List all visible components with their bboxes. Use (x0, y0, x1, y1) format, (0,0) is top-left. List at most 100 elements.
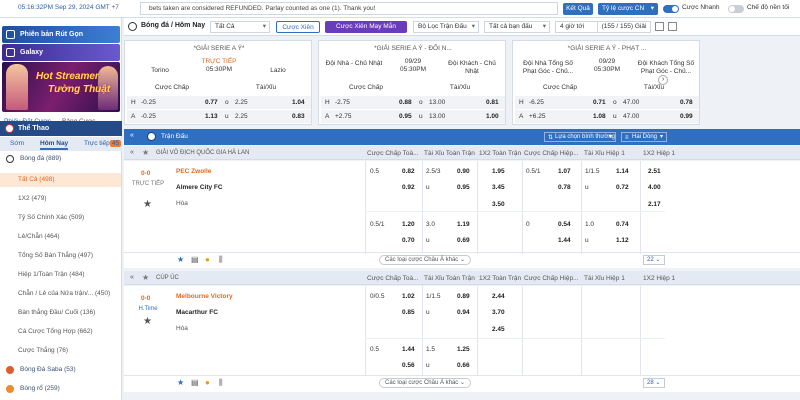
odds-value[interactable]: 1.95 (492, 168, 505, 175)
odds-value[interactable]: 1.02 (402, 293, 415, 300)
hot-streamer-banner[interactable]: Hot Streamer Tường Thuật (2, 62, 120, 112)
star-icon[interactable]: ★ (142, 273, 149, 282)
odds-value[interactable]: 0.89 (457, 293, 470, 300)
odds-value[interactable]: 3.45 (492, 184, 505, 191)
results-button[interactable]: Kết Quả (563, 3, 593, 15)
odds-value[interactable]: 0.92 (402, 184, 415, 191)
odds-value[interactable]: 0.74 (616, 221, 629, 228)
sidebar-item-soccer[interactable]: Bóng đá (889) (0, 152, 121, 166)
tab-early[interactable]: Sớm (10, 140, 24, 147)
odds-value[interactable]: 4.00 (648, 184, 661, 191)
view-toggle-icon[interactable] (655, 22, 664, 31)
odds-value[interactable]: 2.51 (648, 168, 661, 175)
odds-value[interactable]: 0.69 (457, 237, 470, 244)
odds-value[interactable]: 0.95 (399, 113, 412, 120)
odds-value[interactable]: 3.50 (492, 201, 505, 208)
sidebar-item-odd-even[interactable]: Lẻ/Chẵn (464) (0, 230, 121, 244)
sidebar-item-mix-parlay[interactable]: Cá Cược Tổng Hợp (662) (0, 325, 121, 339)
tab-live[interactable]: Trực tiếp (84, 140, 110, 147)
odds-value[interactable]: 2.45 (492, 326, 505, 333)
odds-value[interactable]: 1.04 (292, 99, 305, 106)
featured-card[interactable]: *GIẢI SERIE A Ý - ĐỐI N... Đội Nhà - Chủ… (318, 40, 506, 125)
star-icon[interactable]: ★ (177, 255, 184, 264)
sidebar-item-half-odd-even[interactable]: Chẵn / Lẻ của Nửa trận/... (450) (0, 287, 121, 301)
odds-value[interactable]: 1.20 (402, 221, 415, 228)
odds-value[interactable]: 1.19 (457, 221, 470, 228)
chevron-right-icon[interactable]: › (658, 75, 668, 85)
league-header[interactable]: « ★ CÚP ÚC Cược Chấp Toà... Tài Xỉu Toàn… (124, 271, 800, 285)
favorite-star-icon[interactable]: ★ (143, 316, 152, 327)
odds-value[interactable]: 1.07 (558, 168, 571, 175)
odds-value[interactable]: 0.82 (402, 168, 415, 175)
odds-value[interactable]: 1.08 (593, 113, 606, 120)
odds-value[interactable]: 0.66 (457, 362, 470, 369)
quick-bet-toggle[interactable] (663, 5, 679, 13)
sidebar-item-first-last-goal[interactable]: Bàn thắng Đầu/ Cuối (136) (0, 306, 121, 320)
odds-value[interactable]: 0.77 (205, 99, 218, 106)
league-filter-select[interactable]: Tất cả bạn đấu ▾ (484, 21, 550, 33)
lucky-parlay-button[interactable]: Cược Xiên May Mắn (325, 21, 407, 33)
odds-value[interactable]: 1.44 (558, 237, 571, 244)
collapse-icon[interactable]: « (130, 149, 134, 156)
odds-value[interactable]: 1.13 (205, 113, 218, 120)
stats-icon[interactable]: ▤ (191, 378, 199, 387)
odds-value[interactable]: 0.78 (558, 184, 571, 191)
sidebar-item-1x2[interactable]: 1X2 (479) (0, 192, 121, 206)
match-filter-select[interactable]: Bộ Lọc Trận Đấu ▾ (413, 21, 479, 33)
sidebar-item-total-goals[interactable]: Tổng Số Bàn Thắng (497) (0, 249, 121, 263)
featured-card[interactable]: *GIẢI SERIE A Ý* Torino TRỰC TIẾP 05:30P… (124, 40, 312, 125)
odds-value[interactable]: 1.25 (457, 346, 470, 353)
odds-value[interactable]: 2.44 (492, 293, 505, 300)
live-tv-icon[interactable]: ● (205, 255, 210, 264)
odds-value[interactable]: 0.85 (402, 309, 415, 316)
star-icon[interactable]: ★ (177, 378, 184, 387)
featured-card[interactable]: *GIẢI SERIE A Ý - PHẠT ... Đội Nhà Tổng … (512, 40, 700, 125)
odds-value[interactable]: 3.70 (492, 309, 505, 316)
sidebar-item-saba-soccer[interactable]: Bóng Đá Saba (53) (0, 363, 121, 377)
sports-header[interactable]: Thể Thao (0, 121, 122, 136)
market-count[interactable]: 22 ⌄ (643, 255, 665, 265)
view-toggle-icon[interactable] (668, 22, 677, 31)
odds-value[interactable]: 0.81 (486, 99, 499, 106)
odds-value[interactable]: 0.90 (457, 168, 470, 175)
odds-value[interactable]: 1.12 (616, 237, 629, 244)
chart-icon[interactable]: ⫼ (219, 378, 223, 388)
market-filter-select[interactable]: Tất Cả ▾ (210, 21, 270, 33)
star-icon[interactable]: ★ (142, 148, 149, 157)
parlay-button[interactable]: Cược Xiên (276, 21, 320, 33)
compact-version-button[interactable]: Phiên bản Rút Gọn (2, 26, 120, 43)
odds-value[interactable]: 0.72 (616, 184, 629, 191)
chart-icon[interactable]: ⫼ (219, 255, 223, 265)
odds-value[interactable]: 0.71 (593, 99, 606, 106)
collapse-icon[interactable]: « (130, 274, 134, 281)
sort-select[interactable]: ⇅ Lựa chọn bình thường ▾ (544, 132, 616, 142)
collapse-icon[interactable]: « (130, 132, 134, 139)
odds-type-dropdown[interactable]: Tỷ lệ cược CN ▾ (598, 3, 658, 15)
sidebar-item-basketball[interactable]: Bóng rổ (259) (0, 382, 121, 396)
odds-value[interactable]: 1.44 (402, 346, 415, 353)
market-count[interactable]: 28 ⌄ (643, 378, 665, 388)
sidebar-item-all[interactable]: Tất Cả (498) (0, 173, 121, 187)
sidebar-item-correct-score[interactable]: Tỷ Số Chính Xác (509) (0, 211, 121, 225)
stats-icon[interactable]: ▤ (191, 255, 199, 264)
favorite-star-icon[interactable]: ★ (143, 199, 152, 210)
line-mode-select[interactable]: ≡ Hai Dòng ▾ (621, 132, 667, 142)
odds-value[interactable]: 0.99 (680, 113, 693, 120)
live-tv-icon[interactable]: ● (205, 378, 210, 387)
odds-value[interactable]: 1.00 (486, 113, 499, 120)
tab-today[interactable]: Hôm Nay (40, 140, 69, 150)
more-markets-button[interactable]: Các loại cược Châu Á khác ⌄ (379, 255, 471, 265)
odds-value[interactable]: 0.95 (457, 184, 470, 191)
odds-value[interactable]: 0.56 (402, 362, 415, 369)
sidebar-item-outright[interactable]: Cược Thắng (76) (0, 344, 121, 358)
odds-value[interactable]: 2.17 (648, 201, 661, 208)
league-header[interactable]: « ★ GIẢI VÔ ĐỊCH QUỐC GIA HÀ LAN Cược Ch… (124, 146, 800, 160)
odds-value[interactable]: 0.83 (292, 113, 305, 120)
odds-value[interactable]: 0.88 (399, 99, 412, 106)
odds-value[interactable]: 1.14 (616, 168, 629, 175)
odds-value[interactable]: 0.94 (457, 309, 470, 316)
odds-value[interactable]: 0.70 (402, 237, 415, 244)
dark-mode-toggle[interactable] (728, 5, 744, 13)
galaxy-button[interactable]: Galaxy (2, 44, 120, 61)
odds-value[interactable]: 0.54 (558, 221, 571, 228)
